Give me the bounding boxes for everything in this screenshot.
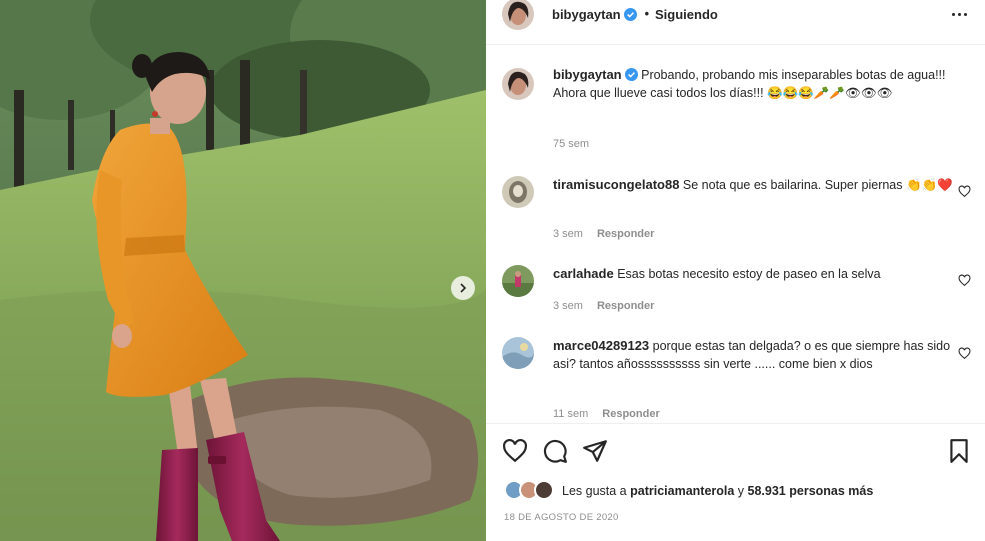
liker-avatars: [504, 480, 556, 502]
comment-item: tiramisucongelato88 Se nota que es baila…: [502, 176, 972, 246]
caption-entry: bibygaytan Probando, probando mis insepa…: [502, 66, 972, 166]
comment-age: 11 sem: [553, 408, 589, 420]
comment-meta: 3 sem Responder: [553, 228, 654, 240]
comment-text: carlahade Esas botas necesito estoy de p…: [553, 265, 958, 283]
likes-count[interactable]: 58.931 personas más: [748, 484, 874, 498]
liker-username[interactable]: patriciamanterola: [630, 484, 734, 498]
reply-button[interactable]: Responder: [597, 300, 654, 312]
heart-icon[interactable]: [958, 185, 971, 198]
comment-username[interactable]: carlahade: [553, 266, 614, 281]
next-photo-button[interactable]: [451, 276, 475, 300]
reply-button[interactable]: Responder: [602, 408, 659, 420]
comment-body: Se nota que es bailarina. Super piernas …: [682, 178, 953, 192]
post-date: 18 DE AGOSTO DE 2020: [504, 512, 619, 523]
commenter-avatar[interactable]: [502, 265, 534, 297]
chevron-right-icon: [460, 283, 467, 293]
verified-badge-icon: [624, 68, 638, 81]
verified-badge-icon: [623, 7, 637, 21]
caption-username[interactable]: bibygaytan: [553, 67, 622, 82]
heart-icon[interactable]: [958, 347, 971, 360]
bookmark-icon[interactable]: [946, 438, 972, 464]
caption-text: bibygaytan Probando, probando mis insepa…: [553, 66, 958, 102]
comment-item: carlahade Esas botas necesito estoy de p…: [502, 265, 972, 315]
commenter-avatar[interactable]: [502, 337, 534, 369]
author-username[interactable]: bibygaytan: [552, 7, 621, 22]
comment-age: 3 sem: [553, 300, 583, 312]
liker-avatar: [534, 480, 554, 500]
comment-item: marce04289123 porque estas tan delgada? …: [502, 337, 972, 423]
commenter-avatar[interactable]: [502, 176, 534, 208]
likes-middle: y: [734, 484, 748, 498]
comment-icon[interactable]: [542, 438, 568, 464]
comment-body: Esas botas necesito estoy de paseo en la…: [617, 267, 881, 281]
post-photo[interactable]: [0, 0, 486, 541]
comment-meta: 3 sem Responder: [553, 300, 654, 312]
comments-list[interactable]: bibygaytan Probando, probando mis insepa…: [486, 45, 985, 423]
caption-avatar[interactable]: [502, 68, 534, 100]
comment-age: 3 sem: [553, 228, 583, 240]
more-options-icon[interactable]: [948, 4, 970, 24]
comment-username[interactable]: tiramisucongelato88: [553, 177, 679, 192]
caption-meta: 75 sem: [553, 138, 589, 150]
heart-icon[interactable]: [502, 438, 528, 464]
caption-age: 75 sem: [553, 138, 590, 150]
post-actions: Les gusta a patriciamanterola y 58.931 p…: [486, 423, 985, 541]
comment-meta: 11 sem Responder: [553, 408, 660, 420]
likes-summary[interactable]: Les gusta a patriciamanterola y 58.931 p…: [504, 480, 873, 502]
follow-status-button[interactable]: Siguiendo: [655, 7, 718, 22]
share-icon[interactable]: [582, 438, 608, 464]
comment-text: marce04289123 porque estas tan delgada? …: [553, 337, 958, 373]
comment-username[interactable]: marce04289123: [553, 338, 649, 353]
author-avatar[interactable]: [502, 0, 534, 30]
post-side-panel: bibygaytan • Siguiendo bibygaytan Proban…: [486, 0, 985, 541]
separator-dot: •: [644, 7, 650, 21]
post-header: bibygaytan • Siguiendo: [486, 0, 985, 45]
heart-icon[interactable]: [958, 274, 971, 287]
likes-text: Les gusta a patriciamanterola y 58.931 p…: [562, 484, 873, 498]
header-user: bibygaytan • Siguiendo: [552, 6, 718, 22]
photo-scene: [0, 0, 486, 541]
comment-text: tiramisucongelato88 Se nota que es baila…: [553, 176, 958, 194]
reply-button[interactable]: Responder: [597, 228, 654, 240]
likes-prefix: Les gusta a: [562, 484, 631, 498]
